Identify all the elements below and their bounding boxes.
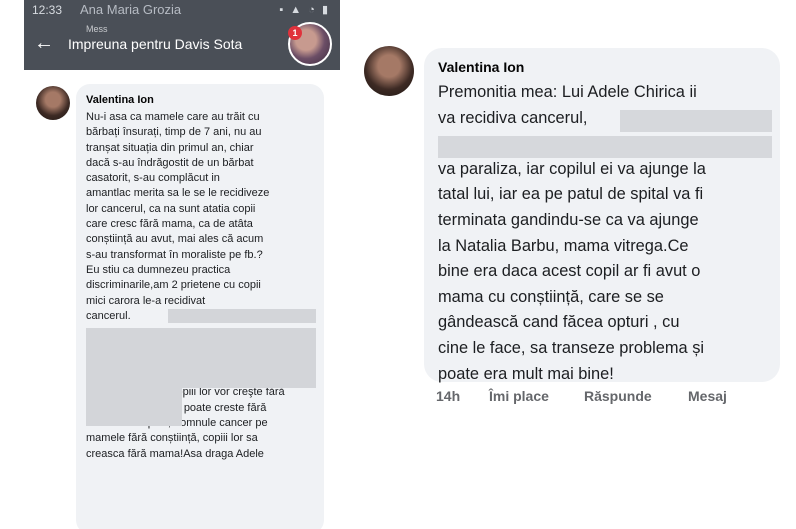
comment-bubble: Valentina Ion Premonitia mea: Lui Adele … (424, 48, 780, 383)
comment-line: la Natalia Barbu, mama vitrega.Ce (438, 236, 689, 255)
message-line: lor cancerul, ca na sunt atatia copii (86, 202, 256, 215)
redacted-block (86, 328, 316, 388)
message-line: s-au transformat în moraliste pe fb.? (86, 248, 263, 261)
message-line: amantlac merita sa le se le recidiveze (86, 187, 270, 200)
chat-title[interactable]: Impreuna pentru Davis Sota (68, 36, 242, 52)
status-bar: 12:33 Ana Maria Grozia ▪ ▲ ◔ ▮ (24, 0, 340, 22)
like-link[interactable]: Îmi place (489, 388, 549, 404)
message-author[interactable]: Valentina Ion (86, 94, 154, 106)
message-line: bărbați însurați, timp de 7 ani, nu au (86, 126, 262, 139)
comment-line: bine era daca acest copil ar fi avut o (438, 262, 701, 281)
redacted-block (438, 136, 772, 158)
comment-line: Premonitia mea: Lui Adele Chirica ii (438, 83, 697, 101)
comment-line: poate era mult mai bine! (438, 364, 614, 383)
message-line: creasca fără mama!Asa draga Adele (86, 447, 264, 460)
message-line: Nu-i asa ca mamele care au trăit cu (86, 111, 260, 123)
comment-line: tatal lui, iar ea pe patul de spital va … (438, 185, 704, 204)
back-arrow-icon[interactable]: ← (34, 32, 54, 55)
message-line: mici carora le-a recidivat (86, 294, 206, 307)
message-line: casatorit, s-au complăcut in (86, 172, 220, 185)
mess-label: Mess (86, 24, 108, 34)
status-icons: ▪ ▲ ◔ ▮ (279, 4, 330, 16)
message-line: mamele fără conștiință, copiii lor sa (86, 432, 258, 445)
avatar[interactable] (36, 86, 70, 120)
avatar[interactable] (364, 46, 414, 96)
status-time: 12:33 (32, 3, 63, 17)
facebook-comment-screenshot: Valentina Ion Premonitia mea: Lui Adele … (356, 36, 790, 432)
message-line: Eu stiu ca dumnezeu practica (86, 263, 231, 276)
redacted-block (168, 309, 316, 323)
status-overlay-name: Ana Maria Grozia (80, 2, 182, 17)
reply-link[interactable]: Răspunde (584, 388, 652, 404)
message-bubble: Valentina Ion Nu-i asa ca mamele care au… (76, 84, 324, 529)
comment-line: gândească cand făcea opturi , cu (438, 313, 680, 332)
notification-badge: 1 (288, 26, 302, 40)
comment-time: 14h (436, 388, 461, 404)
comment-line: va paraliza, iar copilul ei va ajunge la (438, 159, 706, 178)
redacted-block (86, 388, 182, 426)
redacted-block (620, 110, 772, 132)
message-line: care cresc fără mama, ca de atâta (86, 218, 253, 231)
comment-line: cine le face, sa transeze problema și (438, 338, 705, 357)
message-line: conștiință au avut, mai ales că acum (86, 233, 264, 246)
message-line: discriminarile,am 2 prietene cu copii (86, 279, 261, 292)
message-line: tranșat situația din primul an, chiar (86, 141, 254, 154)
messenger-screenshot: 12:33 Ana Maria Grozia ▪ ▲ ◔ ▮ ← Mess Im… (24, 0, 340, 529)
message-link[interactable]: Mesaj (688, 388, 727, 404)
comment-line: mama cu conștiință, care se se (438, 287, 664, 306)
message-line: dacă s-au îndrăgostit de un bărbat (86, 156, 254, 169)
comment-author[interactable]: Valentina Ion (438, 59, 524, 75)
comment-line: terminata gandindu-se ca va ajunge (438, 210, 699, 229)
